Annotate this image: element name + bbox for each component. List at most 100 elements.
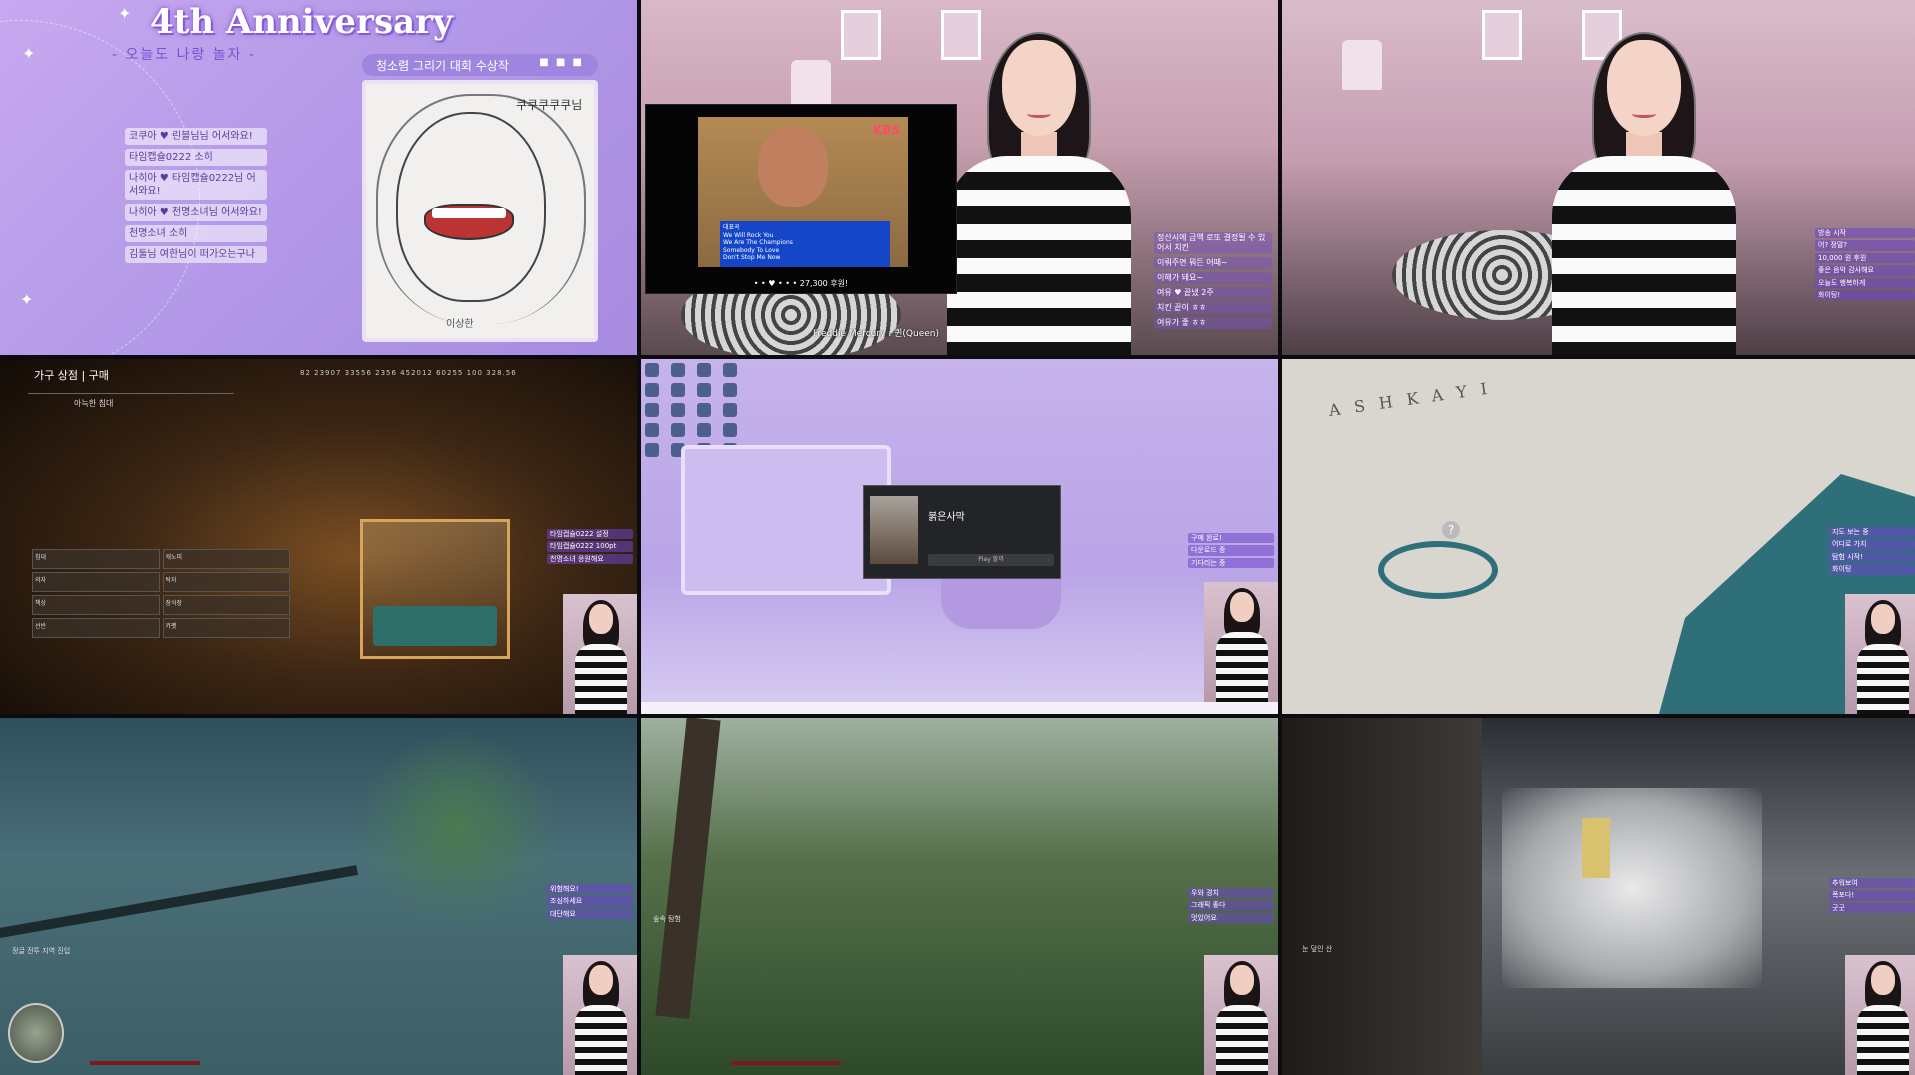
chat-overlay: 지도 보는 중 어디로 가지 탐험 시작! 화이팅	[1829, 527, 1915, 575]
chat-message: 위험해요!	[547, 884, 633, 895]
chat-overlay: 추워보여 폭포다! 굿굿	[1829, 878, 1915, 914]
chat-overlay: 코쿠아 ♥ 린블님님 어서와요! 타임캡슐0222 소히 나히아 ♥ 타임캡슐0…	[125, 128, 267, 263]
webcam-inset	[1204, 582, 1278, 702]
chat-message: 지도 보는 중	[1829, 527, 1915, 538]
chat-overlay: 위험해요! 조심하세요 대단해요	[547, 884, 633, 920]
chat-message: 어? 정말?	[1815, 240, 1915, 251]
app-icon[interactable]	[671, 363, 685, 377]
chat-message: 화이팅!	[1815, 289, 1915, 301]
chat-message: 10,000 원 후원	[1815, 252, 1915, 264]
sparkle-icon: ✦	[118, 4, 132, 23]
app-icon[interactable]	[645, 363, 659, 377]
app-icon[interactable]	[671, 383, 685, 397]
tile-game-forest[interactable]: 숲속 탐험 우와 경치 그래픽 좋다 멋있어요	[641, 718, 1278, 1075]
shop-item[interactable]: 장식장	[162, 595, 290, 615]
chat-message: 여유가 좋 ㅎㅎ	[1154, 317, 1272, 329]
app-icon[interactable]	[671, 403, 685, 417]
app-icon[interactable]	[723, 363, 737, 377]
sparkle-icon: ✦	[20, 290, 34, 309]
contest-dots: ■ ■ ■	[539, 57, 584, 68]
health-bar	[90, 1061, 200, 1065]
donation-bar: • • ♥ • • • 27,300 후원!	[753, 279, 849, 288]
shop-item[interactable]: 선반	[32, 618, 160, 638]
app-icon[interactable]	[645, 383, 659, 397]
tv-clip-frame: KBS 대표곡 We Will Rock You We Are The Cham…	[698, 117, 908, 267]
app-icon[interactable]	[697, 363, 711, 377]
play-button[interactable]: Play 할까	[928, 554, 1054, 566]
tv-caption: 대표곡 We Will Rock You We Are The Champion…	[720, 221, 890, 267]
chat-message: 이뤄주면 뭐든 어때~	[1154, 257, 1272, 269]
chat-message: 정산시에 금액 로또 결정될 수 있어서 치킨	[1154, 232, 1272, 254]
app-icon[interactable]	[697, 383, 711, 397]
song-credit: Freddie Mercury : 퀸(Queen)	[813, 329, 939, 339]
shop-title: 가구 상점 | 구매	[34, 369, 109, 382]
sketch-bottom-text: 이상한	[446, 319, 474, 330]
app-icon[interactable]	[697, 403, 711, 417]
app-icon[interactable]	[645, 403, 659, 417]
sketch-teeth	[432, 208, 506, 218]
shop-item[interactable]: 캐노피	[162, 549, 290, 569]
webcam-inset	[1845, 955, 1915, 1075]
chat-message: 탐험 시작!	[1829, 551, 1915, 563]
chat-message: 대단해요	[547, 908, 633, 920]
chat-message: 이해가 돼요~	[1154, 272, 1272, 284]
chat-message: 여유 ♥ 끝냈 2주	[1154, 287, 1272, 299]
tree-branch	[0, 865, 358, 941]
laptop-wallpaper	[681, 445, 891, 595]
chat-message: 멋있어요	[1188, 912, 1274, 924]
stream-multiview-grid: ✦ ✦ ✦ 4th Anniversary - 오늘도 나랑 놀자 - 청소렴 …	[0, 0, 1915, 1075]
chat-message: 나히아 ♥ 천명소녀님 어서와요!	[125, 204, 267, 221]
minimap[interactable]	[8, 1003, 64, 1063]
chat-overlay: 우와 경치 그래픽 좋다 멋있어요	[1188, 888, 1274, 924]
chat-message: 화이팅	[1829, 564, 1915, 575]
shop-item[interactable]: 카펫	[162, 618, 290, 638]
item-header: 아늑한 침대	[74, 399, 114, 408]
game-name: 붉은사막	[928, 512, 965, 523]
chat-overlay: 구매 완료! 다운로드 중 기다리는 중	[1188, 533, 1274, 569]
chat-message: 천명소녀 소히	[125, 225, 267, 242]
app-icon[interactable]	[697, 423, 711, 437]
pine-branch	[357, 728, 557, 928]
item-detail-panel: 아늑한 침대	[28, 393, 234, 503]
game-launch-dialog[interactable]: 붉은사막 Play 할까	[863, 485, 1061, 579]
tile-streamer-cam[interactable]: 방송 시작 어? 정말? 10,000 원 후원 좋은 음악 감사해요 오늘도 …	[1282, 0, 1915, 355]
shop-item[interactable]: 책상	[32, 595, 160, 615]
tile-game-jungle[interactable]: 정글 전투 지역 진입 위험해요! 조심하세요 대단해요	[0, 718, 637, 1075]
tile-game-cliff[interactable]: 눈 덮인 산 추워보여 폭포다! 굿굿	[1282, 718, 1915, 1075]
shop-item[interactable]: 침대	[32, 549, 160, 569]
webcam-inset	[563, 955, 637, 1075]
anniversary-subtitle: - 오늘도 나랑 놀자 -	[112, 47, 257, 63]
chat-message: 타임캡슐0222 설정	[547, 529, 633, 540]
app-icon[interactable]	[645, 443, 659, 457]
app-icon[interactable]	[723, 423, 737, 437]
tile-anniversary[interactable]: ✦ ✦ ✦ 4th Anniversary - 오늘도 나랑 놀자 - 청소렴 …	[0, 0, 637, 355]
shop-item[interactable]: 탁자	[162, 572, 290, 592]
tile-game-shop[interactable]: 가구 상점 | 구매 82 23907 33556 2356 452012 60…	[0, 359, 637, 714]
taskbar[interactable]	[641, 702, 1278, 714]
chat-overlay: 방송 시작 어? 정말? 10,000 원 후원 좋은 음악 감사해요 오늘도 …	[1815, 228, 1915, 301]
app-icon[interactable]	[723, 403, 737, 417]
snow-patch	[1502, 788, 1762, 988]
contest-label: 청소렴 그리기 대회 수상작	[376, 59, 509, 73]
sketch-signature: 쿠쿠쿠쿠쿠님	[516, 98, 583, 112]
waterfall	[1582, 818, 1610, 878]
cliff-wall	[1282, 718, 1482, 1075]
chat-message: 굿굿	[1829, 902, 1915, 914]
tile-desktop[interactable]: 붉은사막 Play 할까 구매 완료! 다운로드 중 기다리는 중	[641, 359, 1278, 714]
tv-logo: KBS	[872, 123, 900, 137]
chat-message: 방송 시작	[1815, 228, 1915, 239]
chat-message: 타임캡슐0222 소히	[125, 149, 267, 166]
health-bar	[731, 1061, 841, 1065]
shop-item[interactable]: 의자	[32, 572, 160, 592]
chat-message: 기다리는 중	[1188, 557, 1274, 569]
tile-streamer-tv[interactable]: KBS 대표곡 We Will Rock You We Are The Cham…	[641, 0, 1278, 355]
contest-header: 청소렴 그리기 대회 수상작 ■ ■ ■	[362, 54, 598, 76]
app-icon[interactable]	[671, 423, 685, 437]
tv-clip-player[interactable]: KBS 대표곡 We Will Rock You We Are The Cham…	[645, 104, 957, 294]
question-marker-icon[interactable]: ?	[1442, 521, 1460, 539]
quest-hud: 숲속 탐험	[653, 915, 681, 923]
app-icon[interactable]	[723, 383, 737, 397]
map-region-title: ASHKAYI	[1327, 377, 1503, 420]
app-icon[interactable]	[645, 423, 659, 437]
tile-game-map[interactable]: ASHKAYI ? 지도 보는 중 어디로 가지 탐험 시작! 화이팅	[1282, 359, 1915, 714]
